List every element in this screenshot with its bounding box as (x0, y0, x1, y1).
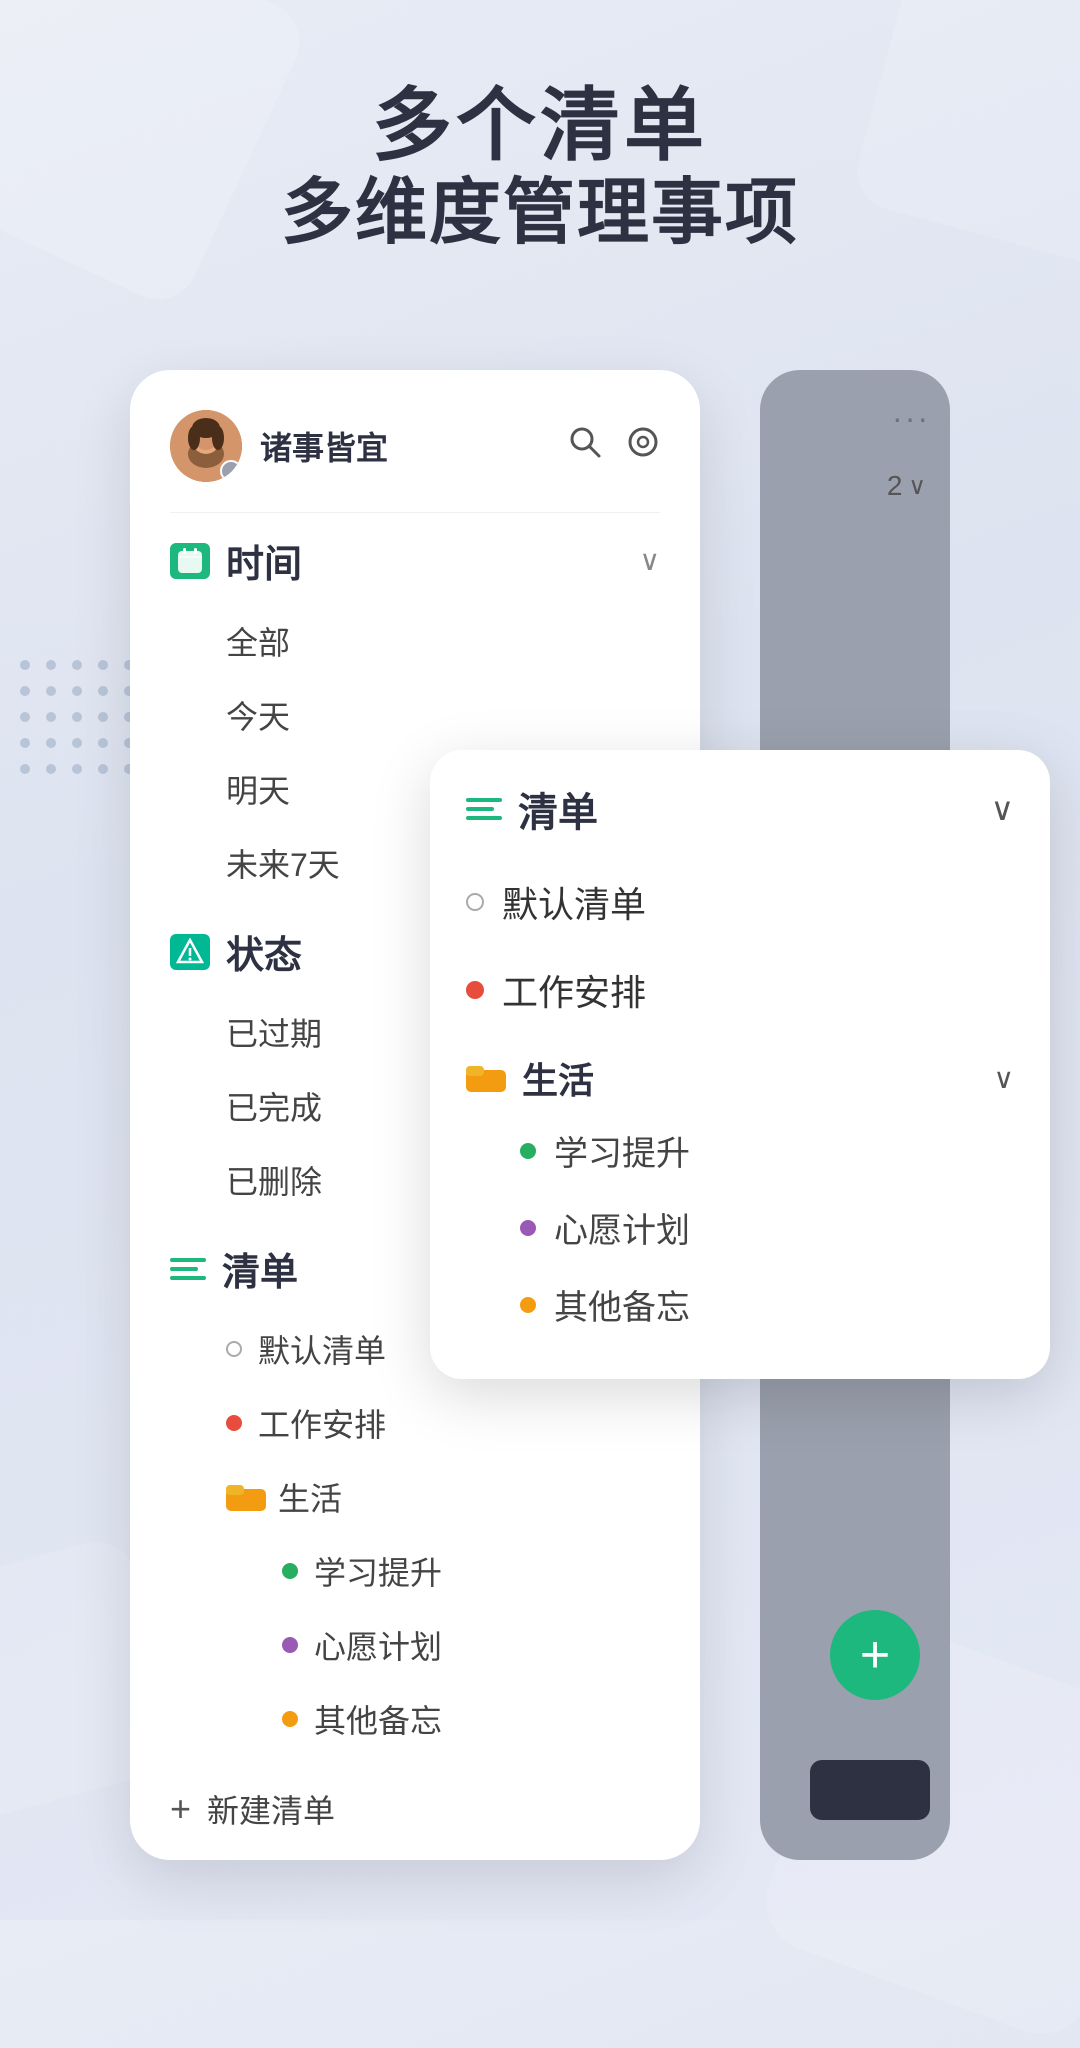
user-name: 诸事皆宜 (260, 423, 550, 469)
dropdown-item-default-label: 默认清单 (502, 876, 646, 928)
dropdown-item-work[interactable]: 工作安排 (466, 946, 1014, 1034)
new-list-label: 新建清单 (207, 1786, 335, 1832)
dot-study (282, 1563, 298, 1579)
dropdown-dot-study (520, 1143, 536, 1159)
phone-mock-number: 2 ∨ (887, 470, 926, 502)
phone-mock-dots-icon: ··· (892, 400, 930, 437)
phone-mock-top-bar: ··· (892, 400, 930, 437)
dropdown-title: 清单 (518, 780, 975, 838)
search-icon[interactable] (568, 425, 602, 468)
dropdown-group-chevron-icon: ∨ (994, 1062, 1015, 1095)
list-group-life-header[interactable]: 生活 (226, 1460, 660, 1534)
dropdown-list-icon (466, 798, 502, 820)
dropdown-group-life-header[interactable]: 生活 ∨ (466, 1034, 1014, 1112)
dropdown-dot-memo (520, 1297, 536, 1313)
divider-1 (170, 512, 660, 513)
dot-pattern-left (20, 660, 134, 774)
dropdown-group-life-title: 生活 (522, 1052, 978, 1104)
dropdown-sub-label-memo: 其他备忘 (554, 1280, 690, 1329)
status-section-icon (170, 934, 210, 970)
dot-work (226, 1415, 242, 1431)
section-time-header[interactable]: 时间 ∨ (170, 517, 660, 604)
dot-default (226, 1341, 242, 1357)
dot-wish (282, 1637, 298, 1653)
time-item-all[interactable]: 全部 (226, 604, 660, 678)
list-item-study[interactable]: 学习提升 (282, 1534, 660, 1608)
dropdown-card: 清单 ∨ 默认清单 工作安排 生活 ∨ 学习提升 (430, 750, 1050, 1379)
dropdown-sub-label-study: 学习提升 (554, 1126, 690, 1175)
time-item-today[interactable]: 今天 (226, 678, 660, 752)
phone-mock-bottom-bar (810, 1760, 930, 1820)
dropdown-dot-work (466, 981, 484, 999)
dropdown-sub-item-study[interactable]: 学习提升 (466, 1112, 1014, 1189)
list-item-work[interactable]: 工作安排 (226, 1386, 660, 1460)
phone-mock-add-button[interactable]: + (830, 1610, 920, 1700)
avatar (170, 410, 242, 482)
dropdown-sub-item-wish[interactable]: 心愿计划 (466, 1189, 1014, 1266)
dropdown-dot-wish (520, 1220, 536, 1236)
time-section-icon (170, 543, 210, 579)
app-header: 诸事皆宜 (130, 410, 700, 482)
folder-icon (226, 1481, 266, 1513)
life-sub-items: 学习提升 心愿计划 其他备忘 (226, 1534, 660, 1756)
dropdown-folder-icon (466, 1062, 506, 1094)
time-chevron-icon: ∨ (640, 544, 661, 577)
new-list-button[interactable]: + 新建清单 (130, 1766, 700, 1852)
dropdown-header[interactable]: 清单 ∨ (466, 780, 1014, 838)
page-title-line1: 多个清单 (60, 80, 1020, 172)
dropdown-dot-default (466, 893, 484, 911)
dropdown-item-default[interactable]: 默认清单 (466, 858, 1014, 946)
list-item-memo[interactable]: 其他备忘 (282, 1682, 660, 1756)
list-section-icon (170, 1258, 206, 1280)
dot-memo (282, 1711, 298, 1727)
page-title-line2: 多维度管理事项 (60, 172, 1020, 255)
header-icons (568, 425, 660, 468)
page-header: 多个清单 多维度管理事项 (0, 80, 1080, 255)
dropdown-chevron-icon: ∨ (991, 790, 1014, 828)
list-item-wish[interactable]: 心愿计划 (282, 1608, 660, 1682)
settings-icon[interactable] (626, 425, 660, 468)
phone-area: ··· 2 ∨ + (130, 370, 950, 1860)
new-list-plus-icon: + (170, 1788, 191, 1830)
dropdown-sub-item-memo[interactable]: 其他备忘 (466, 1266, 1014, 1343)
dropdown-item-work-label: 工作安排 (502, 964, 646, 1016)
avatar-badge (220, 460, 242, 482)
time-section-title: 时间 (226, 533, 624, 588)
dropdown-sub-label-wish: 心愿计划 (554, 1203, 690, 1252)
